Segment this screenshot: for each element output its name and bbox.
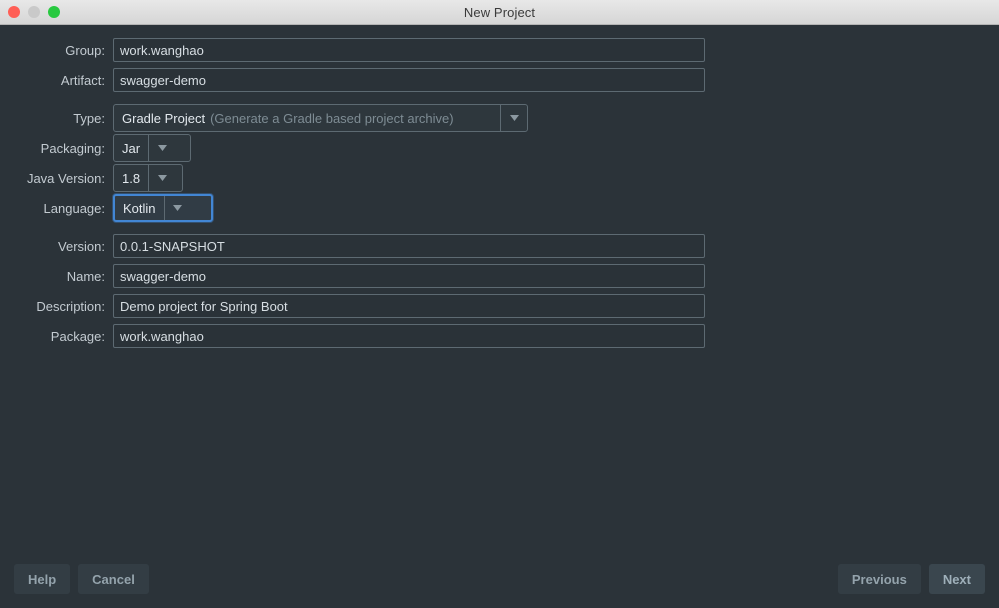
field-row-package: Package: work.wanghao [0,321,999,351]
field-row-name: Name: swagger-demo [0,261,999,291]
description-label: Description: [0,299,113,314]
group-label: Group: [0,43,113,58]
artifact-label: Artifact: [0,73,113,88]
packaging-label: Packaging: [0,141,113,156]
cancel-button[interactable]: Cancel [78,564,149,594]
java-version-dropdown[interactable]: 1.8 [113,164,183,192]
version-input[interactable]: 0.0.1-SNAPSHOT [113,234,705,258]
java-version-dropdown-value: 1.8 [114,165,148,191]
type-value-hint: (Generate a Gradle based project archive… [210,111,454,126]
field-row-language: Language: Kotlin [0,193,999,223]
footer-right-buttons: Previous Next [838,564,985,594]
name-label: Name: [0,269,113,284]
next-button[interactable]: Next [929,564,985,594]
close-window-button[interactable] [8,6,20,18]
language-dropdown-value: Kotlin [115,196,164,220]
maximize-window-button[interactable] [48,6,60,18]
footer-left-buttons: Help Cancel [14,564,149,594]
field-row-artifact: Artifact: swagger-demo [0,65,999,95]
group-input[interactable]: work.wanghao [113,38,705,62]
field-row-packaging: Packaging: Jar [0,133,999,163]
version-label: Version: [0,239,113,254]
language-dropdown[interactable]: Kotlin [113,194,213,222]
language-label: Language: [0,201,113,216]
previous-button[interactable]: Previous [838,564,921,594]
chevron-down-icon[interactable] [500,105,527,131]
window-title: New Project [0,5,999,20]
window-titlebar: New Project [0,0,999,25]
packaging-dropdown-value: Jar [114,135,148,161]
minimize-window-button[interactable] [28,6,40,18]
package-label: Package: [0,329,113,344]
chevron-down-icon[interactable] [148,165,175,191]
window-controls [8,0,60,24]
description-input[interactable]: Demo project for Spring Boot [113,294,705,318]
artifact-input[interactable]: swagger-demo [113,68,705,92]
package-input[interactable]: work.wanghao [113,324,705,348]
name-input[interactable]: swagger-demo [113,264,705,288]
type-dropdown[interactable]: Gradle Project (Generate a Gradle based … [113,104,528,132]
field-row-description: Description: Demo project for Spring Boo… [0,291,999,321]
java-version-label: Java Version: [0,171,113,186]
help-button[interactable]: Help [14,564,70,594]
field-row-version: Version: 0.0.1-SNAPSHOT [0,231,999,261]
chevron-down-icon[interactable] [148,135,175,161]
chevron-down-icon[interactable] [164,196,191,220]
new-project-dialog: Group: work.wanghao Artifact: swagger-de… [0,25,999,608]
field-row-group: Group: work.wanghao [0,35,999,65]
type-value-text: Gradle Project [122,111,205,126]
type-dropdown-value: Gradle Project (Generate a Gradle based … [114,105,500,131]
packaging-dropdown[interactable]: Jar [113,134,191,162]
dialog-footer: Help Cancel Previous Next [0,563,999,595]
field-row-type: Type: Gradle Project (Generate a Gradle … [0,103,999,133]
project-form: Group: work.wanghao Artifact: swagger-de… [0,25,999,351]
type-label: Type: [0,111,113,126]
field-row-java-version: Java Version: 1.8 [0,163,999,193]
